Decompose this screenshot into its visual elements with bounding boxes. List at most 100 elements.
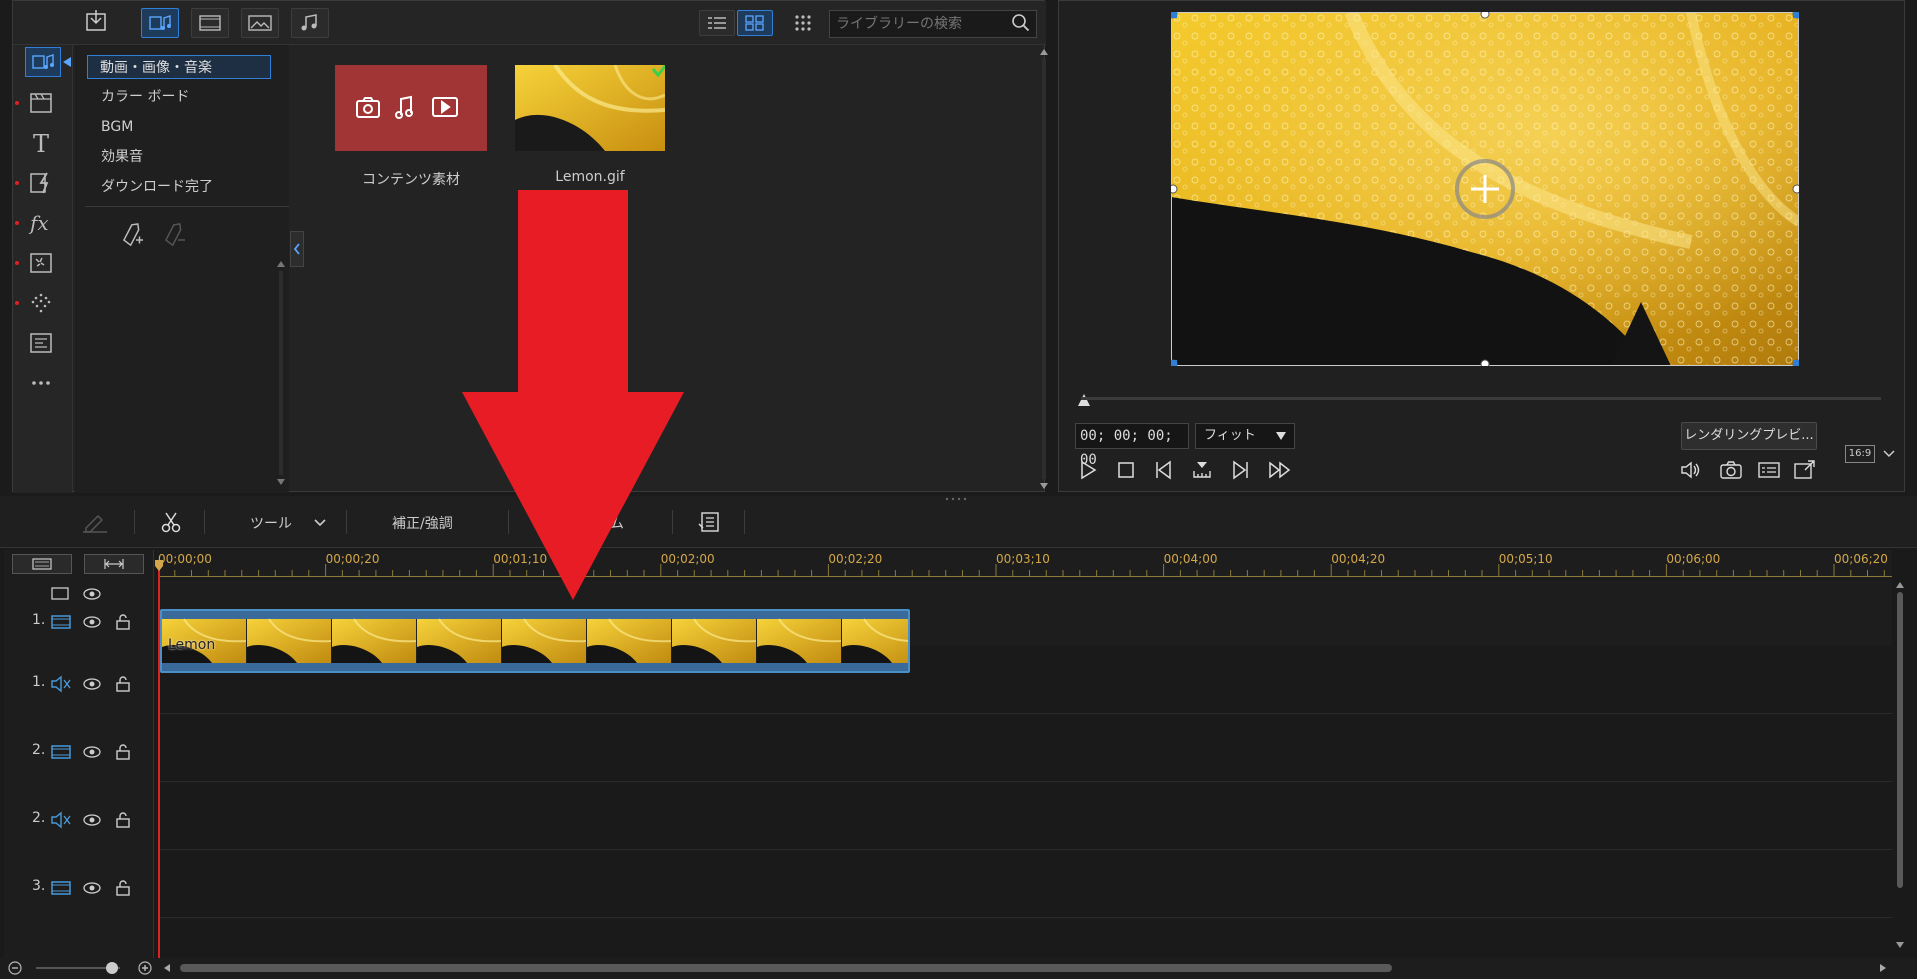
title-room-icon[interactable]: T xyxy=(27,129,55,157)
unlock-icon[interactable] xyxy=(114,743,132,761)
content-material-tile[interactable] xyxy=(335,65,487,151)
ruler-baseline xyxy=(158,576,1892,577)
clip-thumbnails xyxy=(162,611,908,671)
grid-scrollbar[interactable] xyxy=(1038,45,1050,493)
volume-icon[interactable] xyxy=(1679,459,1703,481)
ruler-tick-label: 00;06;00 xyxy=(1666,552,1721,566)
render-preview-button[interactable]: レンダリングプレビ... xyxy=(1681,422,1817,450)
zoom-fit-select[interactable]: フィット xyxy=(1195,423,1295,449)
media-filter-button[interactable] xyxy=(141,8,179,38)
zoom-out-icon[interactable] xyxy=(8,961,22,975)
eye-icon[interactable] xyxy=(82,812,102,828)
monitor-icon[interactable] xyxy=(50,586,70,602)
pip-room-icon[interactable] xyxy=(27,249,55,277)
grid-view-button[interactable] xyxy=(737,10,773,36)
video-track-icon xyxy=(50,743,72,761)
lemon-clip[interactable]: Lemon xyxy=(160,609,910,673)
import-icon[interactable] xyxy=(81,8,119,38)
zoom-in-icon[interactable] xyxy=(138,961,152,975)
eye-icon[interactable] xyxy=(82,676,102,692)
stop-icon[interactable] xyxy=(1115,459,1137,481)
split-icon[interactable] xyxy=(1191,459,1213,481)
library-toolbar xyxy=(13,1,1046,45)
play-icon[interactable] xyxy=(1077,459,1099,481)
chevron-down-icon xyxy=(1276,432,1286,440)
eye-icon[interactable] xyxy=(82,614,102,630)
move-handle-icon[interactable] xyxy=(1453,157,1517,221)
subtitle-room-icon[interactable] xyxy=(27,329,55,357)
playhead-marker[interactable] xyxy=(154,560,164,572)
track-number: 2. xyxy=(32,742,46,758)
unlock-icon[interactable] xyxy=(114,811,132,829)
video-filter-button[interactable] xyxy=(191,8,229,38)
timeline-horizontal-scrollbar[interactable] xyxy=(0,958,1917,979)
eye-icon[interactable] xyxy=(82,744,102,760)
scissors-icon[interactable] xyxy=(158,510,184,534)
track-manager-button[interactable] xyxy=(12,554,72,574)
tools-menu[interactable]: ツール xyxy=(250,513,292,533)
add-tag-icon[interactable] xyxy=(117,219,145,247)
scroll-right-icon[interactable] xyxy=(1878,963,1888,973)
category-scrollbar[interactable] xyxy=(276,259,286,487)
dots-grid-icon[interactable] xyxy=(793,13,813,33)
fast-forward-icon[interactable] xyxy=(1267,459,1293,481)
room-icon-strip: T fx xyxy=(13,45,73,493)
fit-timeline-button[interactable] xyxy=(84,554,144,574)
category-color-board[interactable]: カラー ボード xyxy=(89,85,273,109)
list-view-button[interactable] xyxy=(699,10,735,36)
lemon-gif-tile[interactable] xyxy=(515,65,665,151)
music-filter-button[interactable] xyxy=(291,8,329,38)
track-row-5[interactable] xyxy=(158,850,1892,918)
aspect-ratio-button[interactable]: 16:9 xyxy=(1845,445,1875,463)
horizontal-scroll-thumb[interactable] xyxy=(180,964,1392,972)
eye-icon[interactable] xyxy=(82,586,102,602)
chapter-icon[interactable] xyxy=(696,510,722,534)
divider xyxy=(134,510,135,534)
search-icon[interactable] xyxy=(1011,13,1031,33)
previous-frame-icon[interactable] xyxy=(1153,459,1175,481)
library-search-input[interactable] xyxy=(829,10,1037,38)
unlock-icon[interactable] xyxy=(114,879,132,897)
collapse-panel-button[interactable] xyxy=(290,231,304,267)
category-sound-effects[interactable]: 効果音 xyxy=(89,145,273,169)
seek-handle[interactable] xyxy=(1077,393,1091,407)
seek-bar[interactable] xyxy=(1081,397,1881,400)
audio-track-icon xyxy=(50,675,72,693)
snapshot-icon[interactable] xyxy=(1719,459,1743,481)
subtitle-toggle-icon[interactable] xyxy=(1757,459,1781,481)
effect-room-icon[interactable]: fx xyxy=(27,209,55,237)
zoom-slider-knob[interactable] xyxy=(106,962,118,974)
timeline-vertical-scrollbar[interactable] xyxy=(1894,580,1906,950)
red-dot xyxy=(15,261,19,265)
template-room-icon[interactable] xyxy=(27,89,55,117)
image-filter-button[interactable] xyxy=(241,8,279,38)
timeline-ruler[interactable]: 00;00;00 00;00;20 00;01;10 00;02;00 00;02;20… xyxy=(158,550,1892,578)
track-number: 3. xyxy=(32,878,46,894)
next-frame-icon[interactable] xyxy=(1229,459,1251,481)
resize-grip-icon[interactable] xyxy=(944,496,970,502)
undock-icon[interactable] xyxy=(1793,459,1817,481)
media-room-icon[interactable] xyxy=(25,47,61,77)
category-media[interactable]: 動画・画像・音楽 xyxy=(87,55,271,79)
unlock-icon[interactable] xyxy=(114,675,132,693)
timeline: 1. 1. 2. 2. 3. 00;00;00 00;00;20 00;01;10 00;02… xyxy=(0,550,1917,979)
category-downloaded[interactable]: ダウンロード完了 xyxy=(89,175,273,199)
unlock-icon[interactable] xyxy=(114,613,132,631)
track-row-3[interactable] xyxy=(158,714,1892,782)
category-bgm[interactable]: BGM xyxy=(89,115,273,139)
fix-enhance-button[interactable]: 補正/強調 xyxy=(392,513,453,533)
track-row-4[interactable] xyxy=(158,782,1892,850)
particle-room-icon[interactable] xyxy=(27,289,55,317)
svg-text:T: T xyxy=(33,130,49,157)
more-icon[interactable] xyxy=(27,369,55,397)
scroll-left-icon[interactable] xyxy=(162,963,172,973)
audio-track-icon xyxy=(50,811,72,829)
eye-icon[interactable] xyxy=(82,880,102,896)
transition-room-icon[interactable] xyxy=(27,169,55,197)
timecode-display[interactable]: 00; 00; 00; 00 xyxy=(1075,423,1189,468)
chevron-down-icon[interactable] xyxy=(1883,449,1895,459)
category-list: 動画・画像・音楽 カラー ボード BGM 効果音 ダウンロード完了 xyxy=(75,45,289,493)
chevron-down-icon[interactable] xyxy=(314,518,326,528)
video-track-icon xyxy=(50,879,72,897)
red-dot xyxy=(15,101,19,105)
